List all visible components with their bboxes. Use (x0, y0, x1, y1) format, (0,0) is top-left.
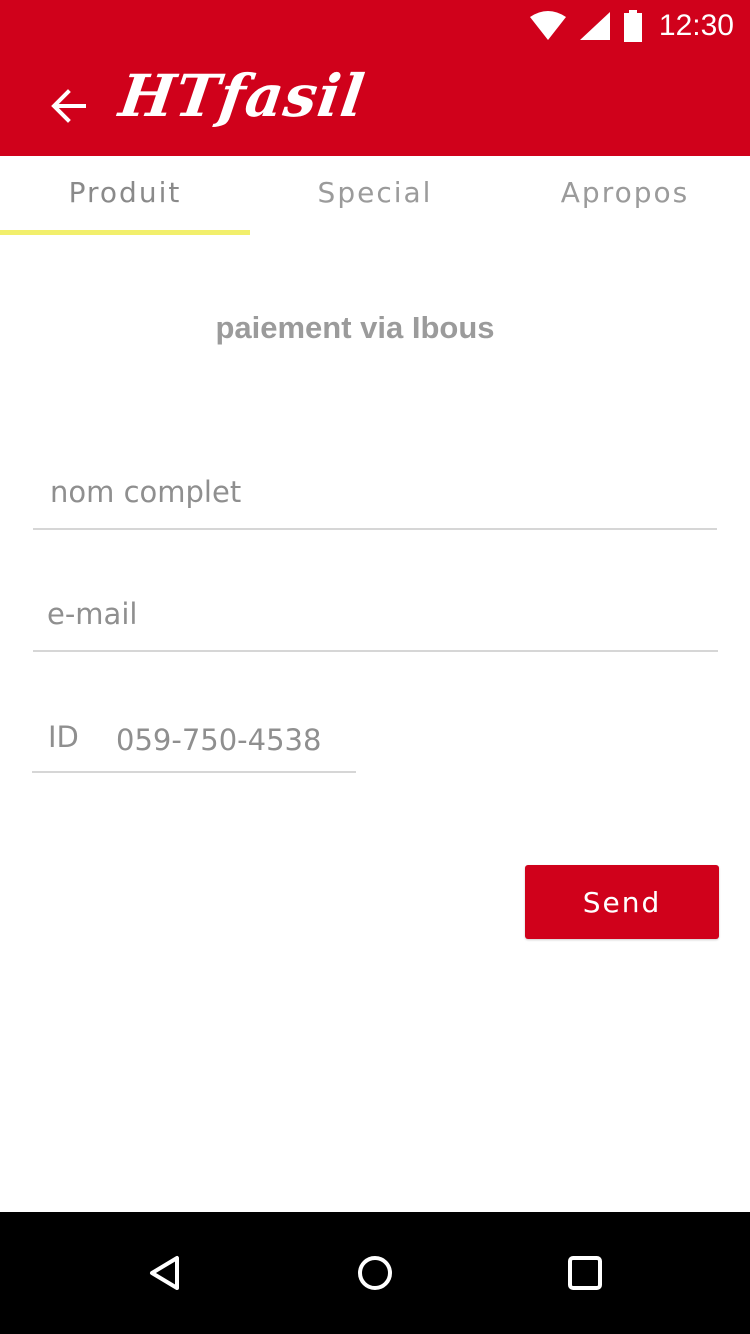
send-button[interactable]: Send (525, 865, 719, 939)
email-underline (33, 650, 718, 652)
id-input[interactable] (116, 710, 352, 770)
id-underline (32, 771, 356, 773)
tab-bar: Produit Special Apropos (0, 156, 750, 236)
email-field (33, 584, 718, 652)
app-bar: HTfasil (0, 50, 750, 156)
id-prefix-label: ID (48, 720, 79, 754)
navigation-bar (0, 1212, 750, 1334)
status-icons: 12:30 (529, 6, 734, 46)
status-time: 12:30 (658, 9, 734, 42)
screen: 12:30 HTfasil Produit Special Apropos pa… (0, 0, 750, 1334)
name-input[interactable] (33, 462, 717, 522)
tab-special[interactable]: Special (250, 156, 500, 236)
recents-square-icon (568, 1256, 602, 1290)
signal-icon (579, 11, 611, 41)
name-field (33, 462, 717, 530)
top-bar: 12:30 HTfasil (0, 0, 750, 156)
battery-icon (623, 10, 643, 42)
tab-produit[interactable]: Produit (0, 156, 250, 236)
page-heading: paiement via Ibous (215, 310, 495, 345)
active-tab-indicator (0, 230, 250, 235)
app-title: HTfasil (115, 62, 369, 130)
id-field: ID (32, 706, 356, 773)
back-triangle-icon (150, 1256, 179, 1290)
back-button[interactable] (40, 78, 96, 134)
nav-home-button[interactable] (345, 1243, 405, 1303)
wifi-icon (529, 11, 567, 41)
email-input[interactable] (33, 584, 718, 644)
status-bar: 12:30 (0, 0, 750, 50)
nav-recents-button[interactable] (555, 1243, 615, 1303)
arrow-left-icon (51, 89, 86, 123)
tab-apropos[interactable]: Apropos (500, 156, 750, 236)
name-underline (33, 528, 717, 530)
home-circle-icon (358, 1256, 392, 1290)
nav-back-button[interactable] (136, 1243, 196, 1303)
